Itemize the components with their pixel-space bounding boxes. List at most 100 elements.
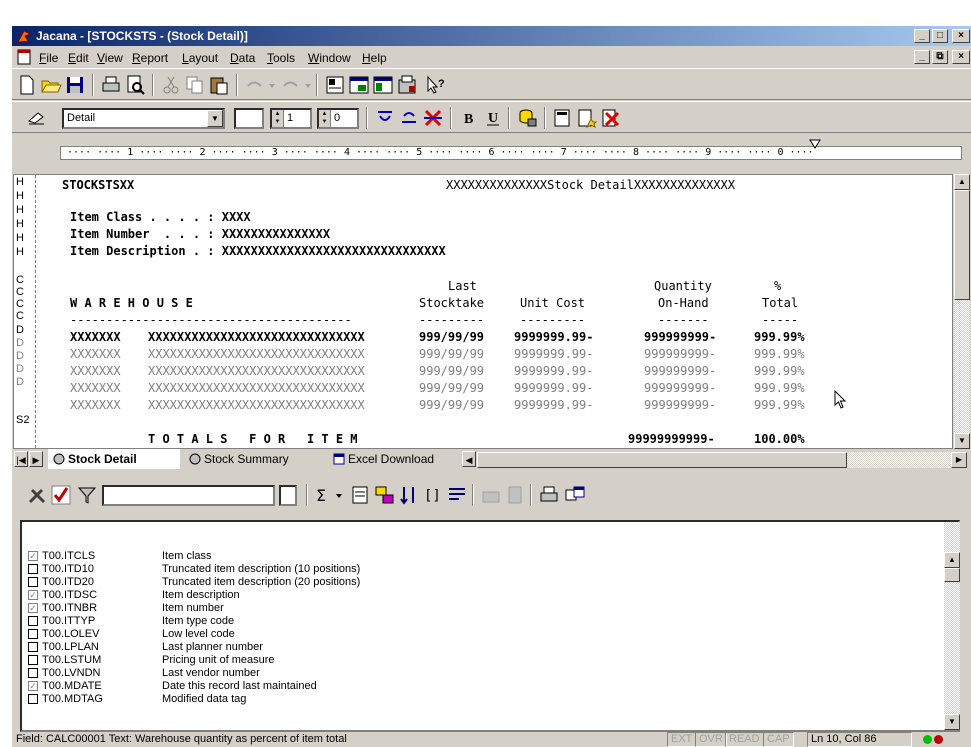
detail-date-field[interactable]: 999/99/99	[419, 347, 484, 361]
detail-qty-field[interactable]: 999999999-	[644, 330, 716, 344]
col-head-last[interactable]: Last	[448, 279, 477, 293]
field-list-item[interactable]: T00.LPLAN Last planner number	[22, 641, 922, 653]
scroll-down-icon[interactable]: ▼	[954, 433, 970, 449]
data-view-icon[interactable]	[372, 74, 394, 96]
detail-cost-field[interactable]: 9999999.99-	[514, 398, 593, 412]
length-spinner[interactable]: ▲ ▼ 0	[317, 108, 359, 129]
cut-scissors-icon[interactable]	[160, 74, 182, 96]
disabled-doc-icon[interactable]	[504, 484, 526, 506]
detail-pct-field[interactable]: 999.99%	[754, 347, 805, 361]
ruler-marker-icon[interactable]	[809, 139, 821, 149]
bold-icon[interactable]: B	[458, 107, 480, 129]
detail-qty-field[interactable]: 999999999-	[644, 381, 716, 395]
sort-icon[interactable]	[398, 484, 420, 506]
maximize-button[interactable]: □	[932, 29, 948, 43]
field-list-item[interactable]: ✓ T00.ITNBR Item number	[22, 602, 922, 614]
detail-code-field[interactable]: XXXXXXX	[70, 398, 121, 412]
field-checkbox[interactable]	[28, 564, 38, 574]
field-checkbox[interactable]	[28, 616, 38, 626]
calc-field-icon[interactable]	[350, 484, 372, 506]
field-list-item[interactable]: T00.ITD10 Truncated item description (10 …	[22, 563, 922, 575]
editor-hscrollbar[interactable]: ▶	[477, 452, 967, 468]
field-list[interactable]: ✓ T00.ITCLS Item class T00.ITD10 Truncated i…	[20, 520, 960, 732]
field-list-item[interactable]: T00.ITTYP Item type code	[22, 615, 922, 627]
col-head-unit-cost[interactable]: Unit Cost	[520, 296, 585, 310]
menu-file[interactable]: File	[39, 51, 58, 65]
editor-scroll-thumb[interactable]	[954, 190, 970, 300]
filter-icon[interactable]	[76, 484, 98, 506]
field-filter-input[interactable]	[102, 485, 275, 506]
detail-desc-field[interactable]: XXXXXXXXXXXXXXXXXXXXXXXXXXXXXX	[148, 330, 365, 344]
menu-window[interactable]: Window	[308, 51, 351, 65]
open-folder-icon[interactable]	[40, 74, 62, 96]
menu-edit[interactable]: Edit	[68, 51, 89, 65]
col-head-on-hand[interactable]: On-Hand	[658, 296, 709, 310]
detail-pct-field[interactable]: 999.99%	[754, 381, 805, 395]
field-checkbox[interactable]	[28, 694, 38, 704]
overline-icon[interactable]	[374, 107, 396, 129]
field-list-item[interactable]: T00.ITD20 Truncated item description (20 …	[22, 576, 922, 588]
field-scroll-up-icon[interactable]: ▲	[944, 552, 960, 568]
detail-pct-field[interactable]: 999.99%	[754, 398, 805, 412]
report-editor[interactable]: H H H H H H C C C C D D D D D S2 STOCKSTSXX XXXXXXXXXXX…	[13, 174, 953, 449]
detail-pct-field[interactable]: 999.99%	[754, 330, 805, 344]
menu-help[interactable]: Help	[362, 51, 387, 65]
paste-icon[interactable]	[208, 74, 230, 96]
field-filter-dropdown[interactable]	[279, 485, 297, 506]
col-head-stocktake[interactable]: Stocktake	[419, 296, 484, 310]
disabled-tool-icon[interactable]	[480, 484, 502, 506]
totals-percent[interactable]: 100.00%	[754, 432, 805, 446]
field-list-item[interactable]: T00.LVNDN Last vendor number	[22, 667, 922, 679]
hscroll-thumb[interactable]	[477, 452, 847, 468]
check-field-icon[interactable]	[50, 484, 72, 506]
copy-icon[interactable]	[184, 74, 206, 96]
delete-x-icon[interactable]	[422, 107, 444, 129]
detail-desc-field[interactable]: XXXXXXXXXXXXXXXXXXXXXXXXXXXXXX	[148, 364, 365, 378]
field-checkbox[interactable]: ✓	[28, 681, 38, 691]
bracket-field-icon[interactable]: []	[422, 484, 444, 506]
field-list-item[interactable]: T00.LSTUM Pricing unit of measure	[22, 654, 922, 666]
save-disk-icon[interactable]	[64, 74, 86, 96]
tab-scroll-left-icon[interactable]: ◀	[462, 451, 476, 467]
minimize-button[interactable]: _	[914, 29, 930, 43]
detail-cost-field[interactable]: 9999999.99-	[514, 347, 593, 361]
detail-date-field[interactable]: 999/99/99	[419, 364, 484, 378]
detail-cost-field[interactable]: 9999999.99-	[514, 381, 593, 395]
col-head-percent[interactable]: %	[774, 279, 781, 293]
field-list-vscrollbar[interactable]: ▲ ▼	[944, 522, 960, 730]
tab-stock-detail[interactable]: Stock Detail	[48, 449, 180, 469]
menu-tools[interactable]: Tools	[267, 51, 295, 65]
document-icon[interactable]	[16, 49, 32, 65]
detail-desc-field[interactable]: XXXXXXXXXXXXXXXXXXXXXXXXXXXXXX	[148, 381, 365, 395]
menu-layout[interactable]: Layout	[182, 51, 218, 65]
sum-icon[interactable]: Σ	[314, 484, 348, 506]
totals-label[interactable]: T O T A L S F O R I T E M	[148, 432, 358, 446]
detail-code-field[interactable]: XXXXXXX	[70, 381, 121, 395]
doc-minimize-button[interactable]: _	[914, 50, 930, 64]
detail-code-field[interactable]: XXXXXXX	[70, 364, 121, 378]
field-scroll-thumb[interactable]	[944, 568, 960, 582]
menu-view[interactable]: View	[97, 51, 123, 65]
field-checkbox[interactable]: ✓	[28, 603, 38, 613]
field-checkbox[interactable]: ✓	[28, 590, 38, 600]
editor-vscrollbar[interactable]: ▲ ▼	[954, 174, 970, 449]
detail-desc-field[interactable]: XXXXXXXXXXXXXXXXXXXXXXXXXXXXXX	[148, 347, 365, 361]
database-icon[interactable]	[516, 107, 538, 129]
export-fields-icon[interactable]	[564, 484, 586, 506]
context-help-icon[interactable]: ?	[424, 74, 446, 96]
detail-qty-field[interactable]: 999999999-	[644, 398, 716, 412]
field-checkbox[interactable]	[28, 642, 38, 652]
field-checkbox[interactable]	[28, 577, 38, 587]
header-item-number[interactable]: Item Number . . . : XXXXXXXXXXXXXXX	[70, 227, 330, 241]
tab-next-icon[interactable]: ▶	[29, 451, 43, 467]
detail-code-field[interactable]: XXXXXXX	[70, 330, 121, 344]
field-checkbox[interactable]	[28, 655, 38, 665]
detail-qty-field[interactable]: 999999999-	[644, 364, 716, 378]
detail-date-field[interactable]: 999/99/99	[419, 330, 484, 344]
join-icon[interactable]	[374, 484, 396, 506]
new-document-icon[interactable]	[16, 74, 38, 96]
detail-cost-field[interactable]: 9999999.99-	[514, 364, 593, 378]
report-properties-icon[interactable]	[324, 74, 346, 96]
header-item-class[interactable]: Item Class . . . . : XXXX	[70, 210, 251, 224]
delete-field-icon[interactable]	[600, 107, 622, 129]
